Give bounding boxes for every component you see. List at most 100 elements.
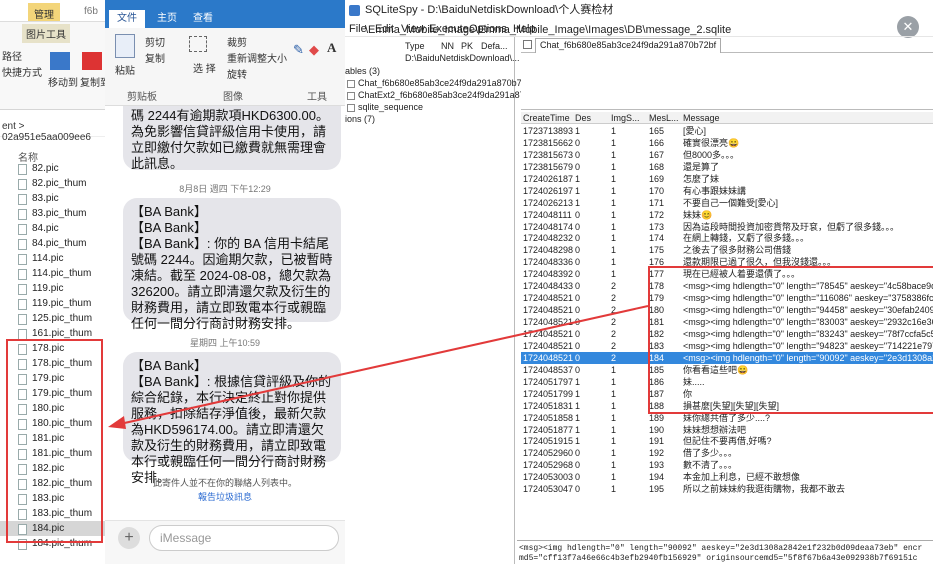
cell-detail-pane[interactable]: <msg><img hdlength="0" length="90092" ae… xyxy=(517,540,933,564)
table-cell: 1724048392 xyxy=(523,269,573,280)
copy-to-button[interactable]: 复制到 xyxy=(80,74,105,89)
tree-tables[interactable]: ables (3) xyxy=(345,66,380,76)
tree-indexes[interactable]: ions (7) xyxy=(345,114,375,124)
col-meslocalid[interactable]: MesL... xyxy=(649,113,679,123)
table-row[interactable]: 1723713893 1 1 165 [愛心] xyxy=(521,125,933,137)
table-row[interactable]: 1724026187 1 1 169 怎麼了妹 xyxy=(521,173,933,185)
col-imgstatus[interactable]: ImgS... xyxy=(611,113,640,123)
table-row[interactable]: 1724048174 0 1 173 因為這段時間投資加密貨幣及玗袞，但虧了很多錢。。。 xyxy=(521,221,933,233)
menu-execute[interactable]: Execute xyxy=(429,23,469,35)
table-cell: 2 xyxy=(611,328,617,339)
file-item[interactable]: 114.pic xyxy=(0,251,105,266)
tab-grid-icon xyxy=(523,40,532,49)
table-row[interactable]: 1724052968 0 1 193 數不清了。。。 xyxy=(521,459,933,471)
menu-view[interactable]: View xyxy=(401,23,425,35)
tab-file[interactable]: 文件 xyxy=(109,10,145,28)
file-item[interactable]: 82.pic_thum xyxy=(0,176,105,191)
composer-bar: + iMessage xyxy=(105,520,345,564)
tree-item-sequence[interactable]: sqlite_sequence xyxy=(347,102,423,112)
file-item[interactable]: 82.pic xyxy=(0,161,105,176)
message-input[interactable]: iMessage xyxy=(149,525,339,551)
select-button[interactable]: 选 择 xyxy=(193,60,216,75)
table-cell: 0 xyxy=(575,257,581,268)
address-bar[interactable]: ent > 02a951e5aa009ee6 xyxy=(0,121,105,143)
ribbon-path[interactable]: 路径 xyxy=(2,48,22,63)
crop-button[interactable]: 裁剪 xyxy=(227,34,247,49)
tree-label: ChatExt2_f6b680e85ab3ce24f9da291a870... xyxy=(358,90,538,100)
table-cell: 1 xyxy=(575,185,581,196)
query-tab[interactable]: Chat_f6b680e85ab3ce24f9da291a870b72bf xyxy=(535,38,722,53)
table-cell: 2 xyxy=(611,281,617,292)
table-cell: 本金加上利息，已經不敢想像 xyxy=(683,472,801,483)
table-cell: 0 xyxy=(575,137,581,148)
table-row[interactable]: 1724051877 1 1 190 妹妹想想辦法吧 xyxy=(521,424,933,436)
table-cell: 165 xyxy=(649,126,665,136)
unknown-sender-note: 此寄件人並不在你的聯絡人列表中。 xyxy=(152,478,297,488)
add-attachment-icon[interactable]: + xyxy=(118,527,140,549)
tab-home[interactable]: 主页 xyxy=(149,10,185,28)
tab-picture-tools[interactable]: 图片工具 xyxy=(22,24,70,43)
col-message[interactable]: Message xyxy=(683,113,720,123)
table-row[interactable]: 1724048298 0 1 175 之後去了很多財務公司借錢 xyxy=(521,244,933,256)
menu-edit[interactable]: Edit xyxy=(375,23,394,35)
file-item[interactable]: 125.pic_thum xyxy=(0,311,105,326)
file-item[interactable]: 114.pic_thum xyxy=(0,266,105,281)
table-cell: 0 xyxy=(575,221,581,232)
col-createtime[interactable]: CreateTime xyxy=(523,113,570,123)
table-row[interactable]: 1723815679 0 1 168 還是算了 xyxy=(521,161,933,173)
menu-options[interactable]: Options xyxy=(469,23,507,35)
move-to-button[interactable]: 移动到 xyxy=(48,74,78,89)
table-row[interactable]: 1724053047 0 1 195 所以之前妹妹約我逛街購物，我都不敢去 xyxy=(521,483,933,495)
fill-icon[interactable]: ◆ xyxy=(309,42,319,58)
tree-item-chatext[interactable]: ChatExt2_f6b680e85ab3ce24f9da291a870... xyxy=(347,90,537,100)
file-item[interactable]: 83.pic xyxy=(0,191,105,206)
cut-button[interactable]: 剪切 xyxy=(145,34,165,49)
table-row[interactable]: 1724026197 1 1 170 有心事跟妹妹講 xyxy=(521,185,933,197)
table-row[interactable]: 1724051915 1 1 191 但記住不要再借,好嗎? xyxy=(521,435,933,447)
table-cell: 1724048521 xyxy=(523,352,573,363)
tab-view[interactable]: 查看 xyxy=(185,10,221,28)
tree-item-chat[interactable]: Chat_f6b680e85ab3ce24f9da291a870b72bf xyxy=(347,78,534,88)
menu-help[interactable]: Help xyxy=(513,23,536,35)
file-item[interactable]: 83.pic_thum xyxy=(0,206,105,221)
col-des[interactable]: Des xyxy=(575,113,591,123)
rotate-button[interactable]: 旋转 xyxy=(227,66,247,81)
file-item[interactable]: 84.pic_thum xyxy=(0,236,105,251)
table-cell: 194 xyxy=(649,472,665,483)
sql-editor[interactable] xyxy=(521,54,933,110)
tab-manage[interactable]: 管理 xyxy=(28,3,60,21)
table-row[interactable]: 1723815662 0 1 166 確實很漂亮😀 xyxy=(521,137,933,149)
text-tool-icon[interactable]: A xyxy=(327,40,336,56)
table-cell: 1724048521 xyxy=(523,317,573,328)
report-junk-link[interactable]: 報告垃圾訊息 xyxy=(105,490,345,503)
file-item[interactable]: 119.pic_thum xyxy=(0,296,105,311)
ribbon-shortcut[interactable]: 快捷方式 xyxy=(2,64,42,79)
table-cell: 1 xyxy=(575,412,581,423)
table-cell: 2 xyxy=(611,340,617,351)
resize-button[interactable]: 重新调整大小 xyxy=(227,50,287,65)
table-icon xyxy=(347,91,355,100)
table-cell: 1 xyxy=(611,400,617,411)
table-cell: 1 xyxy=(575,126,581,136)
copy-button[interactable]: 复制 xyxy=(145,50,165,65)
table-cell: 1 xyxy=(611,460,617,471)
table-row[interactable]: 1724048111 0 1 172 妹妹😊 xyxy=(521,209,933,221)
table-cell: 1724048174 xyxy=(523,221,573,232)
file-item[interactable]: 119.pic xyxy=(0,281,105,296)
table-row[interactable]: 1724053003 0 1 194 本金加上利息，已經不敢想像 xyxy=(521,471,933,483)
table-cell: [愛心] xyxy=(683,126,707,136)
file-icon xyxy=(18,239,27,250)
paste-button[interactable]: 粘贴 xyxy=(115,62,135,77)
table-row[interactable]: 1724048232 0 1 174 在網上轉錢，又虧了很多錢。。。 xyxy=(521,232,933,244)
menu-file[interactable]: File xyxy=(349,23,367,35)
table-cell: 0 xyxy=(575,209,581,220)
file-item[interactable]: 84.pic xyxy=(0,221,105,236)
table-row[interactable]: 1724026213 1 1 171 不要自己一個難受[愛心] xyxy=(521,197,933,209)
file-name: 83.pic xyxy=(32,193,59,204)
tree-label: ables (3) xyxy=(345,66,381,76)
table-row[interactable]: 1724052960 0 1 192 借了多少。。。 xyxy=(521,447,933,459)
pencil-icon[interactable]: ✎ xyxy=(293,42,304,58)
table-row[interactable]: 1723815673 0 1 167 但8000多。。。 xyxy=(521,149,933,161)
file-name: 119.pic_thum xyxy=(32,298,92,309)
table-cell: 1724048111 xyxy=(523,209,572,220)
